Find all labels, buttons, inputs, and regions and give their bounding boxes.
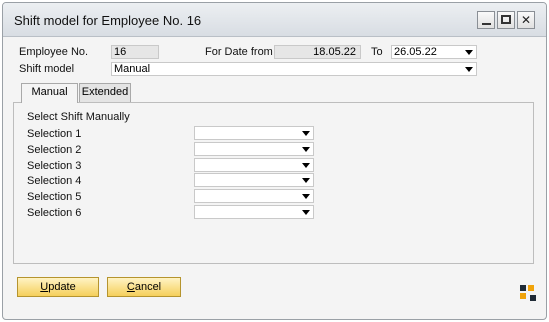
chevron-down-icon xyxy=(302,194,310,199)
shift-model-value: Manual xyxy=(114,63,151,75)
to-label: To xyxy=(371,46,383,58)
chevron-down-icon xyxy=(302,163,310,168)
chevron-down-icon xyxy=(302,147,310,152)
chevron-down-icon xyxy=(302,210,310,215)
shift-model-label: Shift model xyxy=(19,63,75,75)
title-bar: Shift model for Employee No. 16 ✕ xyxy=(3,3,546,37)
minimize-button[interactable] xyxy=(477,11,495,29)
update-button-label: pdate xyxy=(48,281,76,293)
chevron-down-icon xyxy=(465,50,473,55)
selection-3-dropdown[interactable] xyxy=(194,158,314,172)
update-button-mnemonic: U xyxy=(40,281,49,293)
shift-model-dropdown[interactable]: Manual xyxy=(111,62,477,76)
tab-manual[interactable]: Manual xyxy=(21,83,78,103)
selection-2-dropdown[interactable] xyxy=(194,142,314,156)
update-button[interactable]: Update xyxy=(17,277,99,297)
minimize-icon xyxy=(481,23,491,25)
close-icon: ✕ xyxy=(520,13,532,27)
shift-model-window: Shift model for Employee No. 16 ✕ Employ… xyxy=(2,2,547,320)
selection-3-label: Selection 3 xyxy=(27,160,82,172)
selection-1-label: Selection 1 xyxy=(27,128,82,140)
selection-2-label: Selection 2 xyxy=(27,144,82,156)
cancel-button[interactable]: Cancel xyxy=(107,277,181,297)
selection-6-dropdown[interactable] xyxy=(194,205,314,219)
close-button[interactable]: ✕ xyxy=(517,11,535,29)
selection-5-label: Selection 5 xyxy=(27,191,82,203)
employee-no-field: 16 xyxy=(111,45,159,59)
selection-1-dropdown[interactable] xyxy=(194,126,314,140)
brand-corner-icon xyxy=(520,285,536,301)
select-shift-heading: Select Shift Manually xyxy=(27,111,130,123)
chevron-down-icon xyxy=(302,131,310,136)
window-title: Shift model for Employee No. 16 xyxy=(14,13,202,28)
maximize-button[interactable] xyxy=(497,11,515,29)
maximize-icon xyxy=(501,15,511,24)
for-date-from-label: For Date from xyxy=(205,46,273,58)
tab-extended[interactable]: Extended xyxy=(79,83,131,102)
date-to-dropdown[interactable]: 26.05.22 xyxy=(391,45,477,59)
chevron-down-icon xyxy=(465,67,473,72)
cancel-button-mnemonic: C xyxy=(126,281,135,293)
date-to-value: 26.05.22 xyxy=(394,46,437,58)
cancel-button-label: ancel xyxy=(134,281,162,293)
date-from-field[interactable]: 18.05.22 xyxy=(274,45,361,59)
selection-4-dropdown[interactable] xyxy=(194,173,314,187)
selection-5-dropdown[interactable] xyxy=(194,189,314,203)
selection-4-label: Selection 4 xyxy=(27,175,82,187)
employee-no-label: Employee No. xyxy=(19,46,89,58)
selection-6-label: Selection 6 xyxy=(27,207,82,219)
chevron-down-icon xyxy=(302,178,310,183)
manual-tab-panel: Select Shift Manually Selection 1 Select… xyxy=(13,102,534,264)
